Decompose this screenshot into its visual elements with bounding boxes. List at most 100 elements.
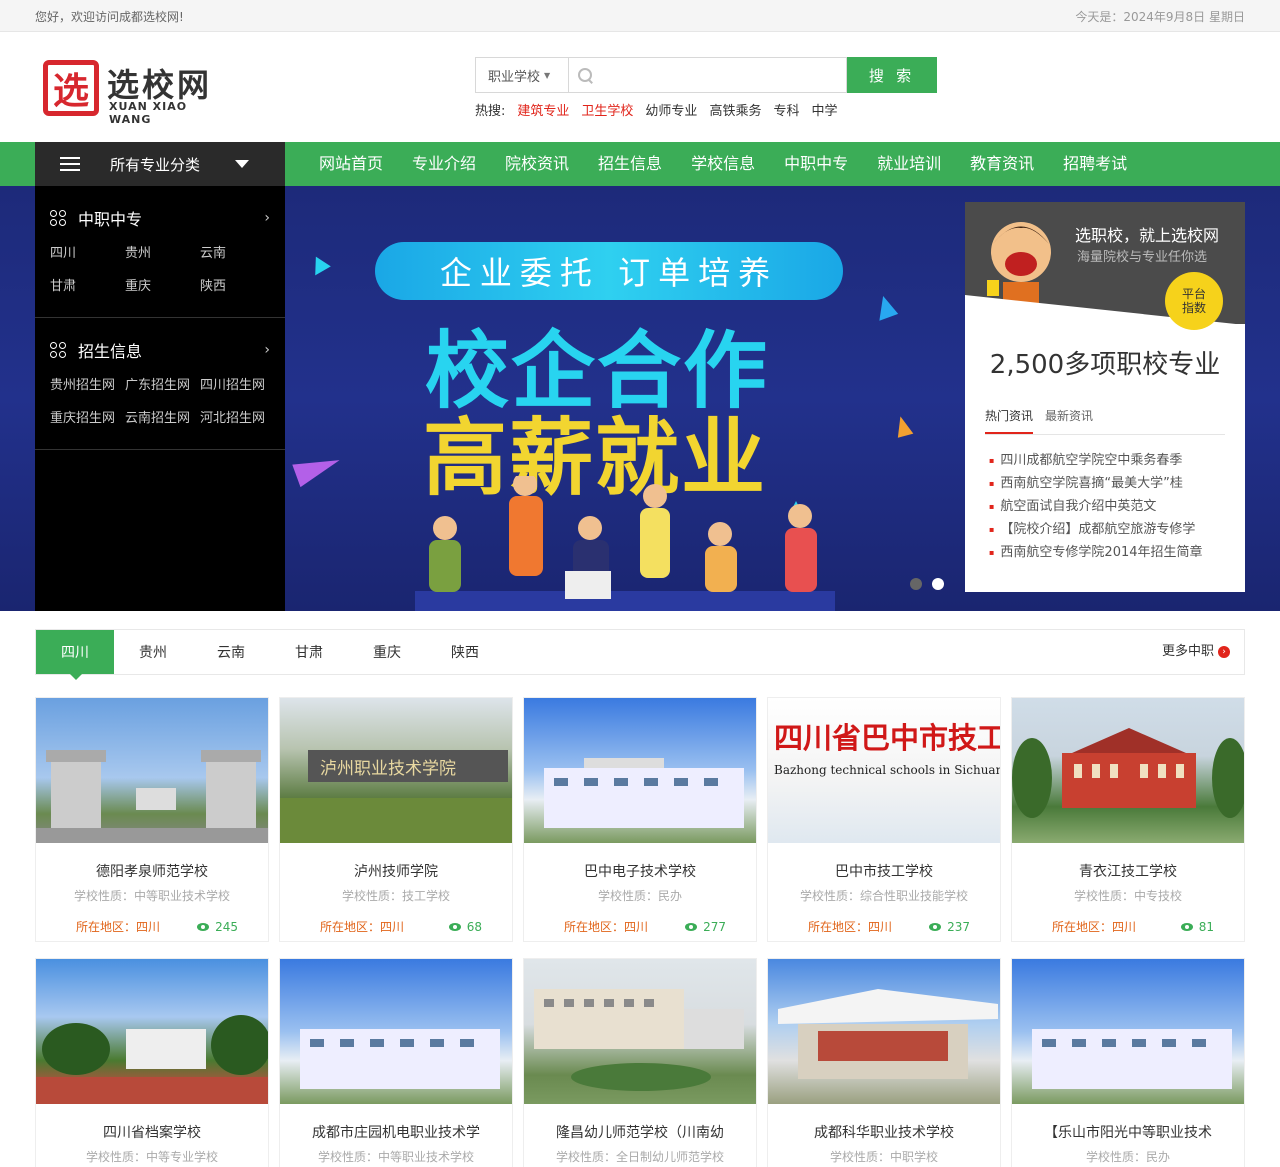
hot-link[interactable]: 建筑专业: [517, 100, 569, 119]
slide-dots: [910, 578, 944, 590]
school-type: 学校性质：中等职业技术学校: [317, 1150, 474, 1164]
search-button[interactable]: 搜 索: [847, 57, 937, 93]
news-item[interactable]: 西南航空学院喜摘“最美大学”桂: [989, 472, 1225, 495]
tab-latest-news[interactable]: 最新资讯: [1045, 407, 1093, 434]
news-item[interactable]: 【院校介绍】成都航空旅游专修学: [989, 518, 1225, 541]
search-bar: 职业学校 ▼ 搜 索: [475, 57, 937, 93]
sidebar-section-title[interactable]: 招生信息 ›: [50, 338, 270, 362]
tab-shaanxi[interactable]: 陕西: [426, 630, 504, 674]
promo-subtitle: 海量院校与专业任你选: [1077, 250, 1208, 265]
hot-label: 热搜:: [475, 104, 506, 119]
news-item[interactable]: 四川成都航空学院空中乘务春季: [989, 449, 1225, 472]
nav-exams[interactable]: 招聘考试: [1051, 142, 1139, 186]
school-photo: [524, 959, 756, 1104]
tab-hot-news[interactable]: 热门资讯: [985, 407, 1034, 434]
school-card[interactable]: 成都科华职业技术学校 学校性质：中职学校: [767, 958, 1001, 1167]
view-count: 68: [448, 918, 482, 935]
slide-dot[interactable]: [932, 578, 944, 590]
grid-icon: [50, 342, 66, 358]
school-card[interactable]: 青衣江技工学校 学校性质：中专技校 所在地区：四川 81: [1011, 697, 1245, 942]
sidebar-section-title[interactable]: 中职中专 ›: [50, 206, 270, 230]
school-grid: 德阳孝泉师范学校 学校性质：中等职业技术学校 所在地区：四川 245 泸州职业技…: [35, 697, 1245, 1167]
sidebar-link[interactable]: 重庆: [125, 275, 200, 294]
nav-edu-news[interactable]: 教育资讯: [958, 142, 1046, 186]
tab-sichuan[interactable]: 四川: [36, 630, 114, 680]
school-card[interactable]: 隆昌幼儿师范学校（川南幼 学校性质：全日制幼儿师范学校: [523, 958, 757, 1167]
top-bar: 您好，欢迎访问成都选校网! 今天是：2024年9月8日 星期日: [0, 0, 1280, 32]
search-icon: [577, 67, 593, 83]
school-photo: [280, 959, 512, 1104]
school-card[interactable]: 德阳孝泉师范学校 学校性质：中等职业技术学校 所在地区：四川 245: [35, 697, 269, 942]
school-card[interactable]: 泸州职业技术学院 泸州技师学院 学校性质：技工学校 所在地区：四川 68: [279, 697, 513, 942]
search-input[interactable]: [593, 60, 846, 90]
nav-admissions[interactable]: 招生信息: [586, 142, 674, 186]
school-photo: 泸州职业技术学院: [280, 698, 512, 843]
nav-school-news[interactable]: 院校资讯: [493, 142, 581, 186]
logo-en: XUAN XIAO WANG: [109, 100, 188, 126]
header: 选 选校网 XUAN XIAO WANG 职业学校 ▼ 搜 索 热搜: 建筑专业 …: [35, 32, 1245, 142]
school-card[interactable]: 【乐山市阳光中等职业技术 学校性质：民办: [1011, 958, 1245, 1167]
platform-index-badge[interactable]: 平台 指数: [1165, 272, 1223, 330]
sidebar-link[interactable]: 贵州招生网: [50, 374, 125, 393]
hot-link[interactable]: 专科: [773, 100, 799, 119]
school-card[interactable]: 巴中电子技术学校 学校性质：民办 所在地区：四川 277: [523, 697, 757, 942]
banner-slide[interactable]: 企业委托 订单培养 校企合作 高薪就业: [285, 186, 965, 611]
eye-icon: [448, 922, 461, 931]
nav-home[interactable]: 网站首页: [307, 142, 395, 186]
news-item[interactable]: 西南航空专修学院2014年招生简章: [989, 541, 1225, 564]
hot-link[interactable]: 中学: [811, 100, 837, 119]
school-type: 学校性质：民办: [597, 889, 682, 903]
nav-majors[interactable]: 专业介绍: [400, 142, 488, 186]
sidebar-link[interactable]: 重庆招生网: [50, 407, 125, 426]
site-logo[interactable]: 选 选校网 XUAN XIAO WANG: [43, 60, 233, 126]
school-location: 所在地区：四川: [76, 920, 161, 934]
school-photo: [1012, 959, 1244, 1104]
all-categories-button[interactable]: 所有专业分类: [35, 142, 285, 186]
tab-guizhou[interactable]: 贵州: [114, 630, 192, 674]
sidebar-link[interactable]: 云南: [200, 242, 275, 261]
school-type: 学校性质：中等专业学校: [85, 1150, 218, 1164]
view-count: 237: [929, 918, 970, 935]
sidebar-link[interactable]: 广东招生网: [125, 374, 200, 393]
sidebar-link[interactable]: 四川招生网: [200, 374, 275, 393]
decor-triangle: [292, 448, 344, 488]
school-type: 学校性质：民办: [1085, 1150, 1170, 1164]
sidebar-link[interactable]: 四川: [50, 242, 125, 261]
svg-text:Bazhong technical schools in S: Bazhong technical schools in Sichuan Pro…: [774, 763, 1000, 777]
hot-link[interactable]: 幼师专业: [645, 100, 697, 119]
school-location: 所在地区：四川: [808, 920, 893, 934]
nav-vocational[interactable]: 中职中专: [772, 142, 860, 186]
chevron-right-icon: ›: [264, 342, 270, 358]
sidebar-link[interactable]: 云南招生网: [125, 407, 200, 426]
hot-link[interactable]: 高铁乘务: [709, 100, 761, 119]
school-type: 学校性质：中专技校: [1073, 889, 1182, 903]
major-count: 2,500多项职校专业: [989, 350, 1221, 380]
sidebar-link[interactable]: 陕西: [200, 275, 275, 294]
sidebar-link[interactable]: 贵州: [125, 242, 200, 261]
promo-card: 选职校，就上选校网 海量院校与专业任你选 平台 指数 2,500多项职校专业 热门…: [965, 202, 1245, 592]
school-type: 学校性质：技工学校: [341, 889, 450, 903]
news-item[interactable]: 航空面试自我介绍中英范文: [989, 495, 1225, 518]
school-card[interactable]: 四川省巴中市技工学校 Bazhong technical schools in …: [767, 697, 1001, 942]
more-vocational-link[interactable]: 更多中职 ›: [1162, 630, 1230, 674]
svg-text:四川省巴中市技工学校: 四川省巴中市技工学校: [774, 721, 1000, 755]
hot-link[interactable]: 卫生学校: [581, 100, 633, 119]
slide-dot[interactable]: [910, 578, 922, 590]
arrow-right-icon: ›: [1218, 646, 1230, 658]
search-category-select[interactable]: 职业学校 ▼: [475, 57, 568, 93]
nav-school-info[interactable]: 学校信息: [679, 142, 767, 186]
school-card[interactable]: 成都市庄园机电职业技术学 学校性质：中等职业技术学校: [279, 958, 513, 1167]
promo-title: 选职校，就上选校网: [1075, 226, 1220, 245]
school-card[interactable]: 四川省档案学校 学校性质：中等专业学校: [35, 958, 269, 1167]
school-type: 学校性质：全日制幼儿师范学校: [555, 1150, 724, 1164]
view-count: 81: [1180, 918, 1214, 935]
sidebar-link[interactable]: 甘肃: [50, 275, 125, 294]
tab-yunnan[interactable]: 云南: [192, 630, 270, 674]
school-name: 成都市庄园机电职业技术学: [312, 1125, 480, 1141]
tab-gansu[interactable]: 甘肃: [270, 630, 348, 674]
tab-chongqing[interactable]: 重庆: [348, 630, 426, 674]
nav-links: 网站首页 专业介绍 院校资讯 招生信息 学校信息 中职中专 就业培训 教育资讯 …: [307, 142, 1144, 186]
nav-employment[interactable]: 就业培训: [865, 142, 953, 186]
all-categories-label: 所有专业分类: [110, 155, 201, 174]
sidebar-link[interactable]: 河北招生网: [200, 407, 275, 426]
